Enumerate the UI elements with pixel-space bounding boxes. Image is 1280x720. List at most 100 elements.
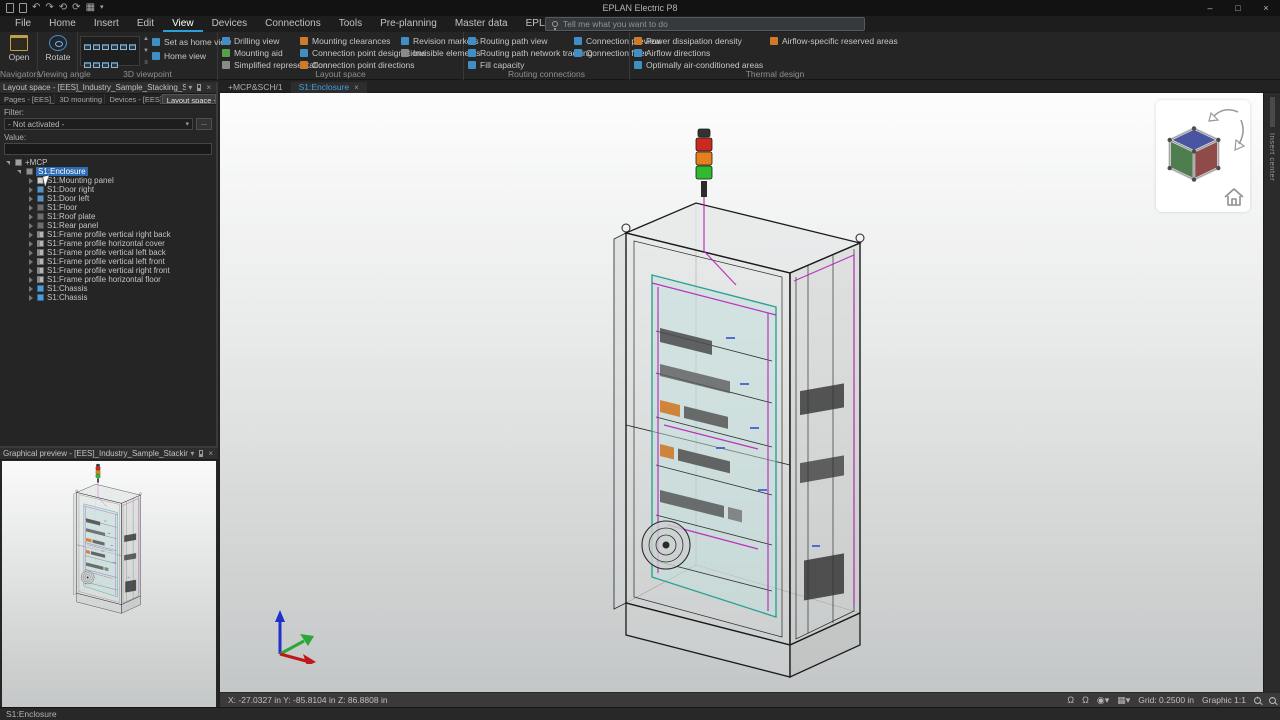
- new-page-icon[interactable]: [6, 3, 14, 13]
- tree-item[interactable]: S1:Mounting panel: [0, 176, 216, 185]
- tree-expand-icon[interactable]: [28, 277, 34, 283]
- qat-dropdown-icon[interactable]: ▾: [100, 1, 104, 15]
- navigator-tab[interactable]: Pages - [EES]_Ind...: [0, 94, 55, 104]
- viewpoint-cube-icon[interactable]: [111, 62, 118, 68]
- tree-item[interactable]: S1:Frame profile vertical right back: [0, 230, 216, 239]
- navigator-tab[interactable]: Layout space - [E...: [162, 94, 216, 104]
- tree-expand-icon[interactable]: [28, 295, 34, 301]
- rotate-arrows-icon[interactable]: [1208, 102, 1248, 158]
- tree-expand-icon[interactable]: [28, 178, 34, 184]
- preview-pin-icon[interactable]: [199, 450, 203, 457]
- power-dissipation-density-button[interactable]: Power dissipation density: [634, 36, 763, 46]
- tree-expand-icon[interactable]: [17, 169, 23, 175]
- tree-item[interactable]: S1:Frame profile horizontal floor: [0, 275, 216, 284]
- viewpoint-cube-icon[interactable]: [93, 62, 100, 68]
- tree-expand-icon[interactable]: [28, 223, 34, 229]
- viewpoint-cube-icon[interactable]: [120, 44, 127, 50]
- tree-expand-icon[interactable]: [28, 187, 34, 193]
- tree-expand-icon[interactable]: [6, 160, 12, 166]
- refresh-icon[interactable]: ⟲: [59, 1, 67, 15]
- viewpoint-cube-icon[interactable]: [102, 44, 109, 50]
- viewpoint-cube-icon[interactable]: [102, 62, 109, 68]
- close-button[interactable]: ×: [1252, 0, 1280, 16]
- tree-expand-icon[interactable]: [28, 259, 34, 265]
- tree-expand-icon[interactable]: [28, 214, 34, 220]
- airflow-specific-reserved-areas-button[interactable]: Airflow-specific reserved areas: [770, 36, 898, 46]
- tab-s1-enclosure[interactable]: S1:Enclosure×: [291, 82, 367, 93]
- navigator-tab[interactable]: Devices - [EES]_In...: [105, 94, 161, 104]
- open-page-icon[interactable]: [19, 3, 27, 13]
- zoom-in-icon[interactable]: +: [1254, 697, 1261, 704]
- menu-tab[interactable]: View: [163, 16, 203, 32]
- tree-item[interactable]: S1:Frame profile vertical right front: [0, 266, 216, 275]
- tree-item[interactable]: S1:Frame profile vertical left front: [0, 257, 216, 266]
- table-icon[interactable]: ▦: [86, 1, 95, 15]
- repeat-icon[interactable]: ⟳: [72, 1, 80, 15]
- menu-tab[interactable]: File: [6, 16, 40, 32]
- search-input[interactable]: Tell me what you want to do: [545, 17, 865, 31]
- viewpoint-gallery[interactable]: [80, 36, 140, 66]
- panel-close-icon[interactable]: ×: [204, 83, 213, 92]
- layout-space-3d-view[interactable]: Insert center: [220, 93, 1280, 692]
- tab-close-icon[interactable]: ×: [354, 83, 359, 92]
- tree-item[interactable]: S1:Frame profile vertical left back: [0, 248, 216, 257]
- tree-item[interactable]: +MCP: [0, 158, 216, 167]
- maximize-button[interactable]: □: [1224, 0, 1252, 16]
- tree-item[interactable]: S1:Frame profile horizontal cover: [0, 239, 216, 248]
- pin-icon[interactable]: [197, 84, 201, 91]
- filter-select[interactable]: - Not activated - ▾: [4, 118, 193, 130]
- grid-setting[interactable]: Grid: 0.2500 in: [1138, 695, 1194, 705]
- graphic-scale[interactable]: Graphic 1:1: [1202, 695, 1246, 705]
- globe-icon[interactable]: ◉▾: [1097, 694, 1109, 707]
- menu-tab[interactable]: Tools: [330, 16, 371, 32]
- tree-expand-icon[interactable]: [28, 286, 34, 292]
- menu-tab[interactable]: Insert: [85, 16, 128, 32]
- tree-item[interactable]: S1:Door right: [0, 185, 216, 194]
- preview-dropdown-icon[interactable]: ▾: [188, 449, 196, 458]
- tree-expand-icon[interactable]: [28, 232, 34, 238]
- viewpoint-cube-icon[interactable]: [111, 44, 118, 50]
- panel-dropdown-icon[interactable]: ▾: [186, 83, 194, 92]
- menu-tab[interactable]: Home: [40, 16, 85, 32]
- tree-item[interactable]: S1:Door left: [0, 194, 216, 203]
- tree-item[interactable]: S1:Roof plate: [0, 212, 216, 221]
- preview-canvas[interactable]: [2, 461, 216, 719]
- tree-item[interactable]: S1:Enclosure: [0, 167, 216, 176]
- viewpoint-cube-icon[interactable]: [84, 44, 91, 50]
- preview-close-icon[interactable]: ×: [206, 449, 215, 458]
- redo-icon[interactable]: ↷: [45, 1, 53, 15]
- menu-tab[interactable]: Master data: [446, 16, 517, 32]
- tree-item[interactable]: S1:Floor: [0, 203, 216, 212]
- tab-mcp-sch[interactable]: +MCP&SCH/1: [220, 82, 291, 93]
- menu-tab[interactable]: Pre-planning: [371, 16, 446, 32]
- tree-item[interactable]: S1:Rear panel: [0, 221, 216, 230]
- menu-tab[interactable]: Devices: [203, 16, 257, 32]
- viewpoint-cube-icon[interactable]: [129, 44, 136, 50]
- object-snap-icon[interactable]: Ω: [1082, 694, 1089, 707]
- insert-center-strip[interactable]: Insert center: [1263, 93, 1280, 692]
- viewpoint-cube-icon[interactable]: [93, 44, 100, 50]
- menu-tab[interactable]: Edit: [128, 16, 163, 32]
- airflow-directions-button[interactable]: Airflow directions: [634, 48, 763, 58]
- filter-more-button[interactable]: ...: [196, 118, 212, 130]
- tree-expand-icon[interactable]: [28, 250, 34, 256]
- gallery-scroll[interactable]: ▲▼≡: [142, 36, 150, 66]
- tree-item[interactable]: S1:Chassis: [0, 293, 216, 302]
- grid-icon[interactable]: ▦▾: [1117, 694, 1130, 707]
- undo-icon[interactable]: ↶: [32, 1, 40, 15]
- tree-item[interactable]: S1:Chassis: [0, 284, 216, 293]
- enclosure-3d-model[interactable]: [602, 125, 894, 692]
- minimize-button[interactable]: –: [1196, 0, 1224, 16]
- viewpoint-cube-icon[interactable]: [84, 62, 91, 68]
- tree-expand-icon[interactable]: [28, 268, 34, 274]
- menu-tab[interactable]: Connections: [256, 16, 330, 32]
- tree-expand-icon[interactable]: [28, 196, 34, 202]
- navigator-tab[interactable]: 3D mounting lay...: [55, 94, 105, 104]
- open-navigator-button[interactable]: Open: [2, 35, 36, 62]
- strip-scroll-thumb[interactable]: [1270, 97, 1275, 127]
- snap-icon[interactable]: Ω: [1067, 694, 1074, 707]
- tree-expand-icon[interactable]: [28, 205, 34, 211]
- value-input[interactable]: [4, 143, 212, 155]
- home-icon[interactable]: [1222, 186, 1246, 208]
- navigation-cube-panel[interactable]: [1156, 100, 1250, 212]
